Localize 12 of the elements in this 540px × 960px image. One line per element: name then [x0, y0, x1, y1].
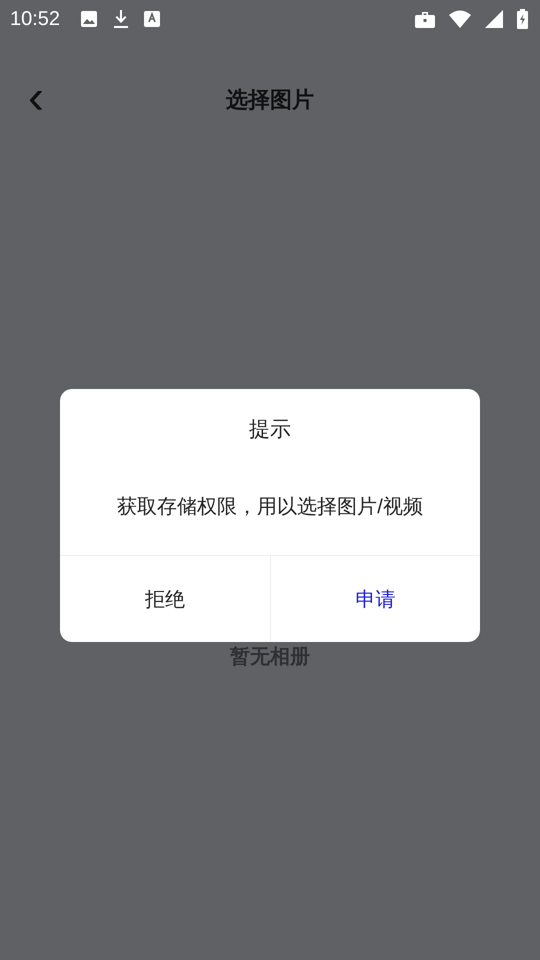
- dialog-button[interactable]: 申请: [270, 556, 480, 642]
- dialog-message: 获取存储权限，用以选择图片/视频: [116, 495, 424, 520]
- dialog-button[interactable]: 拒绝: [60, 556, 270, 642]
- dialog-title: 提示: [248, 417, 292, 443]
- briefcase-icon: [415, 10, 435, 28]
- wifi-icon: [449, 10, 471, 28]
- signal-icon: [485, 10, 503, 28]
- image-icon: [80, 10, 98, 28]
- page-title: 选择图片: [226, 86, 314, 114]
- download-icon: [112, 9, 130, 29]
- battery-icon: [517, 9, 528, 29]
- status-time: 10:52: [10, 8, 60, 30]
